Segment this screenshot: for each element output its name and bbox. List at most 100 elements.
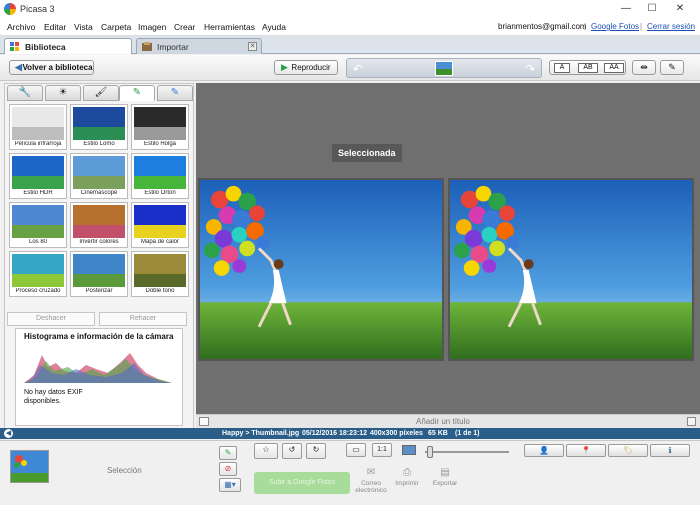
tab-library[interactable]: Biblioteca (4, 38, 132, 54)
menu-vista[interactable]: Vista (74, 22, 93, 32)
tab-library-label: Biblioteca (25, 42, 66, 52)
histogram-title: Histograma e información de la cámara (24, 332, 174, 341)
caption-delete-icon[interactable] (687, 417, 696, 426)
menu-crear[interactable]: Crear (174, 22, 195, 32)
effect-9[interactable]: Mapa de calor (131, 202, 189, 248)
play-icon: ▶ (281, 62, 288, 72)
status-back-icon[interactable]: ◀ (4, 429, 13, 438)
effect-6[interactable]: Estilo Orton (131, 153, 189, 199)
tab-row: Biblioteca Importar ✕ (0, 36, 700, 54)
current-photo-thumbnail[interactable] (435, 61, 453, 76)
compare-icon: ⇹ (640, 62, 648, 72)
effect-thumbnail (12, 205, 64, 238)
effect-thumbnail (134, 156, 186, 189)
wrench-icon: 🔧 (18, 87, 32, 98)
share-star-button[interactable]: ☆ (254, 443, 278, 459)
effect-12[interactable]: Doble tono (131, 251, 189, 297)
caption-input[interactable]: Añadir un título (416, 417, 470, 426)
edit-panel-tabs: 🔧 ☀ 🖌 ✎ ✎ (5, 84, 193, 101)
original-photo[interactable] (198, 178, 444, 361)
menu-editar[interactable]: Editar (44, 22, 66, 32)
geotag-button[interactable]: 📍 (566, 444, 606, 457)
menu-archivo[interactable]: Archivo (7, 22, 35, 32)
caption-style-aa-button[interactable]: AA (604, 63, 624, 73)
caption-style-ab-button[interactable]: AB (578, 63, 598, 73)
status-datetime: 05/12/2016 18:23:12 (302, 429, 367, 437)
zoom-slider-handle[interactable] (427, 446, 433, 458)
redo-button[interactable]: Rehacer (99, 312, 187, 326)
library-icon (10, 42, 20, 51)
tab-effects-1[interactable]: 🖌 (83, 85, 119, 101)
photo-navigator: ↶ ↷ (346, 58, 542, 78)
properties-button[interactable]: ℹ (650, 444, 690, 457)
close-tab-icon[interactable]: ✕ (248, 42, 257, 51)
edited-photo[interactable] (448, 178, 694, 361)
previous-photo-icon[interactable]: ↶ (351, 62, 365, 76)
clear-icon: ⊘ (224, 464, 232, 473)
compare-toggle-button[interactable]: ⇹ (632, 60, 656, 75)
hold-green-pin-button[interactable]: ✎ (219, 446, 237, 460)
sign-out-link[interactable]: Cerrar sesión (647, 22, 695, 31)
rotate-right-button[interactable]: ↻ (306, 443, 326, 459)
upload-google-photos-button[interactable]: Subir a Google Fotos (254, 472, 350, 494)
tags-button[interactable]: 🏷 (608, 444, 648, 457)
menu-imagen[interactable]: Imagen (138, 22, 166, 32)
play-label: Reproducir (291, 63, 331, 72)
tab-effects-2[interactable]: ✎ (119, 85, 155, 101)
menu-ayuda[interactable]: Ayuda (262, 22, 286, 32)
add-to-album-button[interactable]: ▦▾ (219, 478, 241, 492)
play-slideshow-button[interactable]: ▶ Reproducir (274, 60, 338, 75)
effect-2[interactable]: Estilo Lomo (70, 104, 128, 150)
tab-basic-fixes[interactable]: 🔧 (7, 85, 43, 101)
close-button[interactable]: ✕ (668, 1, 692, 16)
tab-tuning[interactable]: ☀ (45, 85, 81, 101)
people-button[interactable]: 👤 (524, 444, 564, 457)
effect-11[interactable]: Posterizar (70, 251, 128, 297)
next-photo-icon[interactable]: ↷ (523, 62, 537, 76)
edit-tools-button[interactable]: ✎ (660, 60, 684, 75)
green-pin-icon: ✎ (224, 448, 232, 457)
effect-10[interactable]: Proceso cruzado (9, 251, 67, 297)
effect-8[interactable]: Invertir colores (70, 202, 128, 248)
map-pin-icon: 📍 (581, 446, 591, 455)
menu-carpeta[interactable]: Carpeta (101, 22, 131, 32)
export-button[interactable]: ▤ Exportar (420, 468, 470, 488)
effect-5[interactable]: Cinemascope (70, 153, 128, 199)
effect-7[interactable]: Los 80 (9, 202, 67, 248)
window-title: Picasa 3 (20, 4, 55, 14)
tray-thumbnail[interactable] (10, 450, 49, 483)
histogram-graph (24, 345, 172, 383)
effect-1[interactable]: Película infrarroja (9, 104, 67, 150)
effect-label: Cinemascope (80, 190, 118, 196)
back-to-library-button[interactable]: ◀ Volver a biblioteca (9, 60, 94, 75)
rotate-left-button[interactable]: ↺ (282, 443, 302, 459)
fit-view-button[interactable]: ▭ (346, 443, 366, 457)
album-icon: ▦▾ (224, 480, 236, 489)
effect-4[interactable]: Estilo HDR (9, 153, 67, 199)
google-photos-link[interactable]: Google Fotos (591, 22, 639, 31)
effect-label: Estilo Holga (143, 141, 176, 147)
toolbar: ◀ Volver a biblioteca ▶ Reproducir ↶ ↷ A… (0, 55, 700, 81)
zoom-slider[interactable] (425, 446, 509, 458)
clear-tray-button[interactable]: ⊘ (219, 462, 237, 476)
maximize-button[interactable]: ☐ (640, 1, 664, 16)
undo-button[interactable]: Deshacer (7, 312, 95, 326)
effect-3[interactable]: Estilo Holga (131, 104, 189, 150)
effect-label: Proceso cruzado (15, 288, 61, 294)
selected-badge: Seleccionada (332, 144, 402, 162)
exif-message: No hay datos EXIF disponibles. (24, 389, 83, 405)
account-email: brianmentos@gmail.com (498, 22, 587, 31)
status-bar: ◀ Happy > Thumbnail.jpg 05/12/2016 18:23… (0, 428, 700, 439)
menu-herramientas[interactable]: Herramientas (204, 22, 255, 32)
caption-style-a-button[interactable]: A (554, 63, 570, 73)
effect-label: Estilo Lomo (83, 141, 115, 147)
tab-effects-3[interactable]: ✎ (157, 85, 193, 101)
sun-icon: ☀ (58, 87, 68, 98)
caption-toggle-icon[interactable] (199, 417, 209, 426)
actual-size-button[interactable]: 1:1 (372, 443, 392, 457)
export-label: Exportar (432, 480, 458, 487)
rotate-left-icon: ↺ (288, 445, 296, 454)
tab-import[interactable]: Importar ✕ (136, 38, 262, 54)
minimize-button[interactable]: — (614, 1, 638, 16)
back-arrow-icon: ◀ (15, 62, 22, 72)
